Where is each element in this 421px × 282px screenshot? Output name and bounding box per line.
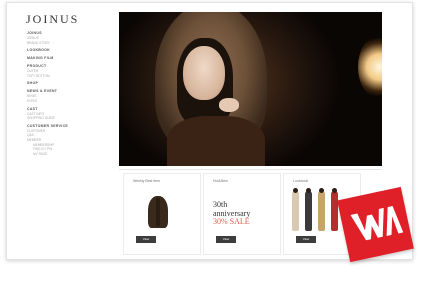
anniversary-promo: 30th anniversary 30% SALE: [213, 200, 250, 227]
menu-item-shop[interactable]: SHOP: [27, 81, 107, 86]
coat-product-image[interactable]: [148, 196, 168, 228]
hero-model-coat: [167, 116, 265, 166]
brand-logo[interactable]: JOINUS: [26, 12, 79, 27]
model-figure: [292, 188, 299, 231]
menu-section-shop: SHOP: [27, 81, 107, 86]
menu-section-cast: CAST CAST INFO SHOPPING GUIDE: [27, 107, 107, 121]
model-figure: [305, 188, 312, 231]
submenu-item[interactable]: MY PAGE: [27, 152, 107, 157]
card-weekly-best[interactable]: Weekly Best Item View: [123, 173, 201, 255]
wa-logo-icon: [350, 206, 404, 241]
model-figure: [318, 188, 325, 231]
submenu-item[interactable]: EVENT: [27, 99, 107, 104]
hero-model-hand: [219, 98, 239, 112]
promo-sale: 30% SALE: [213, 217, 250, 226]
menu-section-news-event: NEWS & EVENT NEWS EVENT: [27, 89, 107, 103]
view-button[interactable]: View: [136, 236, 156, 243]
menu-section-lookbook: LOOKBOOK: [27, 48, 107, 53]
card-label: Lookbook: [293, 179, 309, 183]
submenu-item[interactable]: BRAND STORY: [27, 41, 107, 46]
menu-item-making-film[interactable]: MAKING FILM: [27, 56, 107, 61]
hero-banner-image[interactable]: [119, 12, 382, 166]
sidebar-menu: JOINUS JOINUS BRAND STORY LOOKBOOK MAKIN…: [27, 31, 107, 159]
hero-model-face: [183, 46, 225, 100]
view-button[interactable]: View: [216, 236, 236, 243]
hero-light-glow: [358, 37, 382, 97]
view-button[interactable]: View: [296, 236, 316, 243]
menu-section-customer-service: CUSTOMER SERVICE CUSTOMER Q&A MEMBER MEM…: [27, 124, 107, 157]
wa-badge-logo: [337, 186, 414, 263]
submenu-item[interactable]: TOP / BOTTOM: [27, 74, 107, 79]
submenu-item[interactable]: SHOPPING GUIDE: [27, 116, 107, 121]
card-label: Weekly Best Item: [133, 179, 161, 183]
model-figure: [331, 188, 338, 231]
menu-item-lookbook[interactable]: LOOKBOOK: [27, 48, 107, 53]
menu-section-making-film: MAKING FILM: [27, 56, 107, 61]
menu-section-product: PRODUCT OUTER TOP / BOTTOM: [27, 64, 107, 78]
menu-section-joinus: JOINUS JOINUS BRAND STORY: [27, 31, 107, 45]
card-hot-new[interactable]: Hot&New 30th anniversary 30% SALE View: [203, 173, 281, 255]
card-label: Hot&New: [213, 179, 228, 183]
